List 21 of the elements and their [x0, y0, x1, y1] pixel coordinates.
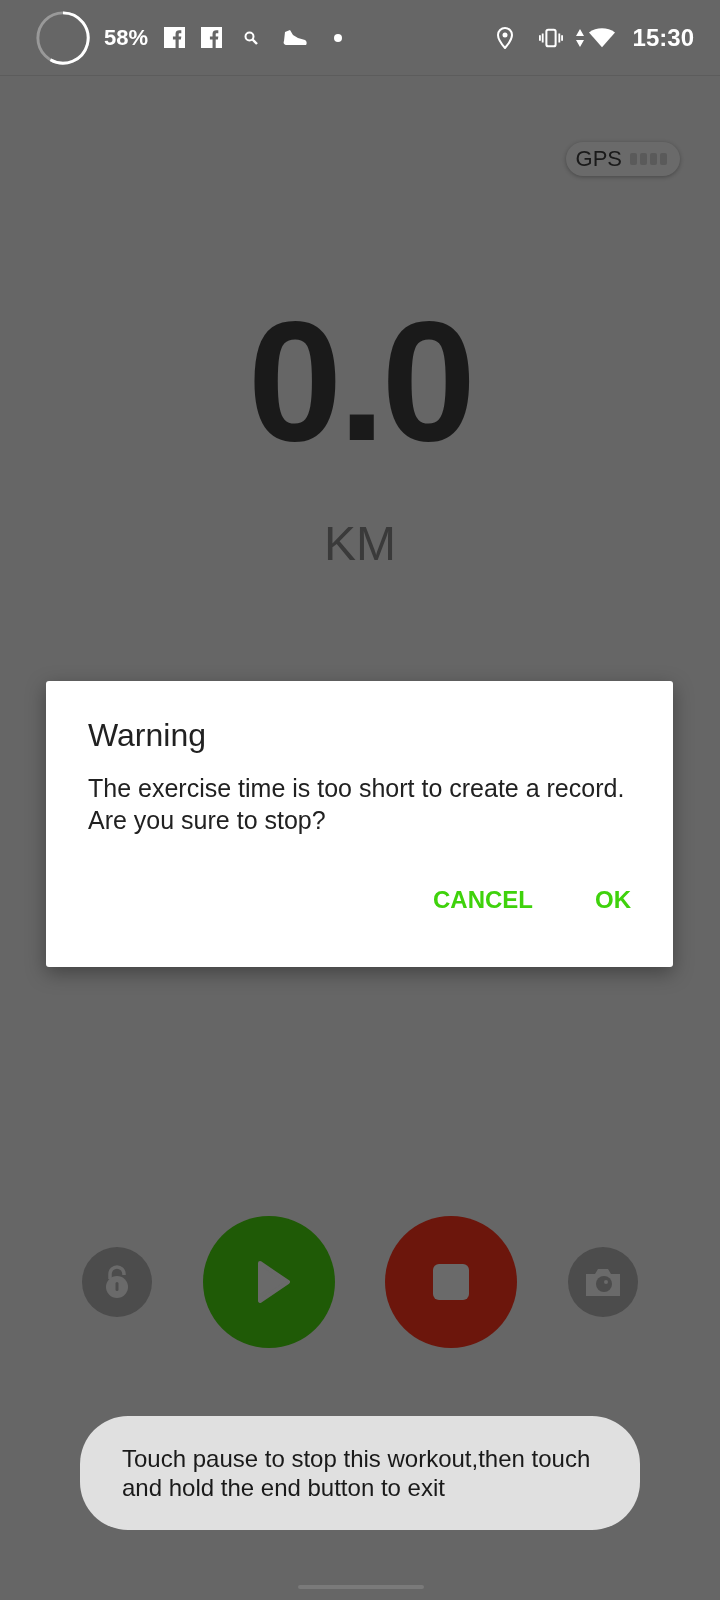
ok-button[interactable]: OK	[575, 876, 651, 924]
battery-percent: 58%	[104, 24, 149, 51]
wifi-icon	[588, 27, 615, 48]
shoe-icon	[282, 27, 309, 48]
data-arrows-icon	[574, 27, 585, 48]
vibrate-icon	[538, 27, 563, 48]
gps-label: GPS	[575, 146, 622, 172]
distance-value: 0.0	[246, 296, 474, 466]
facebook-icon	[201, 27, 223, 48]
stop-icon	[433, 1264, 470, 1300]
notification-dot-icon	[334, 33, 343, 42]
cancel-button[interactable]: CANCEL	[413, 876, 553, 924]
battery-ring-icon	[34, 8, 92, 67]
clock-time: 15:30	[632, 23, 694, 52]
dialog-title: Warning	[88, 717, 207, 754]
search-icon	[244, 30, 259, 45]
play-icon	[255, 1260, 290, 1304]
dialog-message: The exercise time is too short to create a record. Are you sure to stop?	[88, 773, 626, 836]
toast-text: Touch pause to stop this workout,then touch and hold the end button to exit	[122, 1444, 592, 1502]
facebook-icon	[164, 27, 186, 48]
location-icon	[496, 26, 513, 49]
